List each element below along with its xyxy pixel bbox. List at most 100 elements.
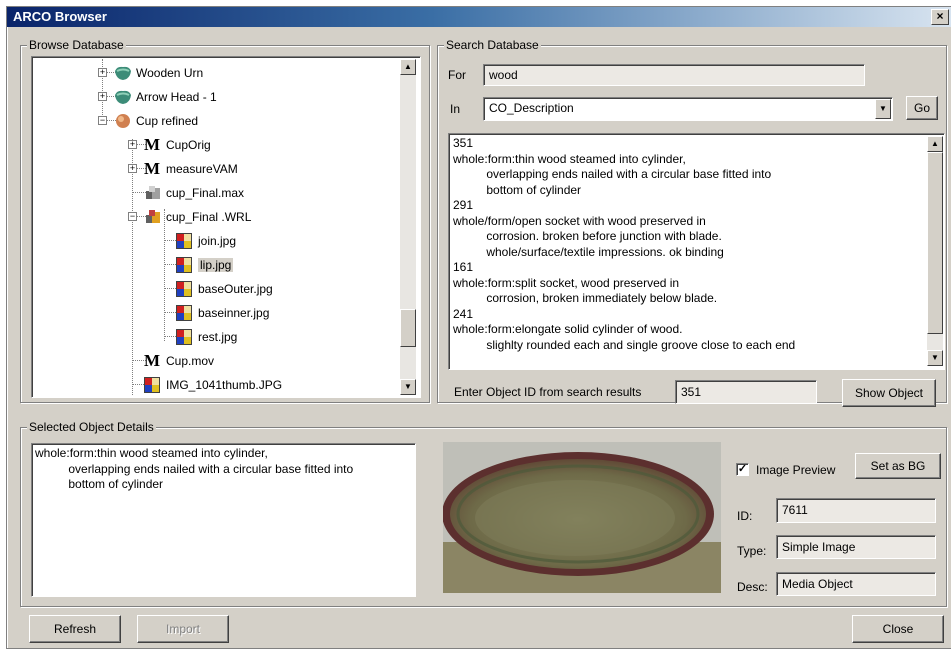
tree-content: + Wooden Urn + Arrow Head - 1 − Cup refined + M… xyxy=(34,59,398,395)
m-icon: M xyxy=(144,351,161,370)
tree-scroll-thumb[interactable] xyxy=(400,309,416,347)
tree-item[interactable]: + Wooden Urn xyxy=(34,61,398,85)
id-field[interactable]: 7611 xyxy=(776,498,936,523)
tree-item-label: CupOrig xyxy=(166,138,211,152)
tree-expander-button[interactable]: − xyxy=(98,116,107,125)
tree-item[interactable]: baseinner.jpg xyxy=(34,301,398,325)
set-as-bg-button[interactable]: Set as BG xyxy=(855,453,941,479)
tree-item-label: baseOuter.jpg xyxy=(198,282,273,296)
close-button[interactable]: Close xyxy=(852,615,944,643)
tree-item-label: Cup.mov xyxy=(166,354,215,368)
tree-item-label: cup_Final .WRL xyxy=(166,210,252,224)
tree-item-label: Cup refined xyxy=(136,114,199,128)
type-field[interactable]: Simple Image xyxy=(776,535,936,559)
result-description-line: whole:form:split socket, wood preserved … xyxy=(453,275,680,290)
title-bar: ARCO Browser × xyxy=(7,7,951,27)
for-label: For xyxy=(448,68,466,82)
tree-scroll-up-button[interactable]: ▲ xyxy=(400,59,416,75)
tree-scroll-down-button[interactable]: ▼ xyxy=(400,379,416,395)
object-id-input[interactable]: 351 xyxy=(675,380,817,404)
jpg-file-icon xyxy=(144,377,160,395)
selected-object-details-group: Selected Object Details whole:form:thin … xyxy=(20,420,947,607)
tree-item[interactable]: rest.jpg xyxy=(34,325,398,349)
results-vertical-scrollbar[interactable]: ▲ ▼ xyxy=(927,136,943,366)
id-label: ID: xyxy=(737,509,753,523)
m-icon: M xyxy=(144,135,161,154)
result-id[interactable]: 351 xyxy=(451,136,927,152)
tree-item-label: cup_Final.max xyxy=(166,186,245,200)
desc-field[interactable]: Media Object xyxy=(776,572,936,596)
result-description-line: corrosion, broken immediately below blad… xyxy=(453,291,718,305)
cup-image xyxy=(443,442,721,593)
show-object-button[interactable]: Show Object xyxy=(842,379,936,407)
import-button[interactable]: Import xyxy=(137,615,229,643)
result-description-line: whole:form:thin wood steamed into cylind… xyxy=(453,151,686,166)
tree-expander-button[interactable]: + xyxy=(128,140,137,149)
tree-item[interactable]: M Cup.mov xyxy=(34,349,398,373)
arco-browser-window: ARCO Browser × Browse Database + Wooden U… xyxy=(6,6,951,649)
browse-database-label: Browse Database xyxy=(27,38,126,52)
result-description-line: whole/surface/textile impressions. ok bi… xyxy=(453,244,724,259)
tree-item[interactable]: + Arrow Head - 1 xyxy=(34,85,398,109)
result-description-line: whole:form:elongate solid cylinder of wo… xyxy=(453,322,683,336)
tree-item-label: lip.jpg xyxy=(198,258,234,272)
browse-database-group: Browse Database + Wooden Urn + Arrow Head -… xyxy=(20,38,430,403)
search-results-list[interactable]: 351 whole:form:thin wood steamed into cyl… xyxy=(448,133,945,370)
result-id[interactable]: 241 xyxy=(451,307,927,323)
tree-item[interactable]: − Cup refined xyxy=(34,109,398,133)
go-button[interactable]: Go xyxy=(906,96,938,120)
tree-item[interactable]: lip.jpg xyxy=(34,253,398,277)
results-scroll-thumb[interactable] xyxy=(927,152,943,334)
window-title: ARCO Browser xyxy=(13,9,107,24)
tree-expander-button[interactable]: + xyxy=(98,92,107,101)
result-description-line: overlapping ends nailed with a circular … xyxy=(453,167,772,181)
tree-item[interactable]: − cup_Final .WRL xyxy=(34,205,398,229)
result-id[interactable]: 161 xyxy=(451,260,927,276)
m-icon: M xyxy=(144,159,161,178)
details-text: whole:form:thin wood steamed into cylind… xyxy=(35,446,354,491)
tree-expander-button[interactable]: + xyxy=(98,68,107,77)
tree-item-label: measureVAM xyxy=(166,162,238,176)
result-description-line: corrosion. broken before junction with b… xyxy=(453,229,722,243)
object-id-label: Enter Object ID from search results xyxy=(454,385,642,399)
search-for-input[interactable]: wood xyxy=(483,64,865,86)
tree-item-label: Wooden Urn xyxy=(136,66,204,80)
type-label: Type: xyxy=(737,544,767,558)
results-scroll-up-button[interactable]: ▲ xyxy=(927,136,943,152)
tree-item[interactable]: + MmeasureVAM xyxy=(34,157,398,181)
window-close-button[interactable]: × xyxy=(931,9,949,25)
tree-vertical-scrollbar[interactable]: ▲ ▼ xyxy=(400,59,416,395)
tree-item-label: rest.jpg xyxy=(198,330,238,344)
search-database-group: Search Database For wood In CO_Descripti… xyxy=(437,38,947,407)
in-label: In xyxy=(450,102,461,116)
browse-tree-view[interactable]: + Wooden Urn + Arrow Head - 1 − Cup refined + M… xyxy=(31,56,421,398)
search-in-value: CO_Description xyxy=(489,101,574,115)
tree-item[interactable]: join.jpg xyxy=(34,229,398,253)
chevron-down-icon[interactable]: ▼ xyxy=(875,99,891,119)
desc-label: Desc: xyxy=(737,580,768,594)
results-scroll-down-button[interactable]: ▼ xyxy=(927,350,943,366)
tree-item[interactable]: baseOuter.jpg xyxy=(34,277,398,301)
result-description-line: bottom of cylinder xyxy=(453,182,582,197)
result-id[interactable]: 291 xyxy=(451,198,927,214)
selected-object-details-label: Selected Object Details xyxy=(27,420,156,434)
search-in-select[interactable]: CO_Description ▼ xyxy=(483,97,893,121)
image-preview-checkbox[interactable]: ✓ xyxy=(736,463,749,476)
image-preview xyxy=(443,442,721,593)
tree-expander-button[interactable]: + xyxy=(128,164,137,173)
result-description-line: slighlty rounded each and single groove … xyxy=(453,337,796,352)
tree-item-label: join.jpg xyxy=(198,234,237,248)
tree-item-label: baseinner.jpg xyxy=(198,306,270,320)
search-database-label: Search Database xyxy=(444,38,541,52)
details-text-area[interactable]: whole:form:thin wood steamed into cylind… xyxy=(31,443,416,597)
refresh-button[interactable]: Refresh xyxy=(29,615,121,643)
tree-item[interactable]: IMG_1041thumb.JPG xyxy=(34,373,398,395)
result-description-line: whole/form/open socket with wood preserv… xyxy=(453,213,706,228)
tree-item[interactable]: cup_Final.max xyxy=(34,181,398,205)
tree-item-label: IMG_1041thumb.JPG xyxy=(166,378,283,392)
tree-item-label: Arrow Head - 1 xyxy=(136,90,217,104)
image-preview-label: Image Preview xyxy=(756,463,836,477)
tree-item[interactable]: + M CupOrig xyxy=(34,133,398,157)
tree-expander-button[interactable]: − xyxy=(128,212,137,221)
search-results-content: 351 whole:form:thin wood steamed into cyl… xyxy=(451,136,927,366)
